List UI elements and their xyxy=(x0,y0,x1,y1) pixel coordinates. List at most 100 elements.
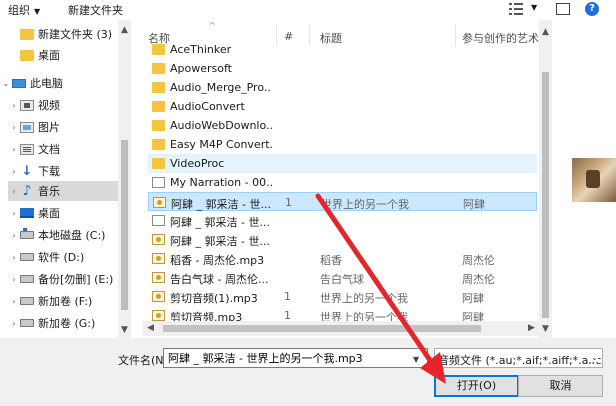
nav-item-label: 备份[勿删] (E:) xyxy=(38,273,114,286)
row-artist: 周杰伦 xyxy=(462,273,495,286)
nav-item-documents[interactable]: › 文档 xyxy=(8,139,126,159)
folder-icon xyxy=(152,158,165,169)
nav-scrollbar-thumb[interactable] xyxy=(121,140,128,310)
table-row[interactable]: 剪切音频(1).mp3 1 世界上的另一个我 阿肆 xyxy=(148,287,537,306)
nav-item-drive-f[interactable]: › 新加卷 (F:) xyxy=(8,291,126,311)
chevron-right-icon[interactable]: › xyxy=(8,145,20,154)
chevron-right-icon[interactable]: › xyxy=(8,275,20,284)
scroll-up-icon[interactable]: ▲ xyxy=(539,26,552,39)
row-name: 剪切音频(1).mp3 xyxy=(170,292,258,305)
preview-pane-icon[interactable] xyxy=(556,3,570,15)
dialog-footer: 文件名(N): ▼ 音频文件 (*.au;*.aif;*.aiff;*.aifc… xyxy=(0,338,616,406)
file-icon xyxy=(152,177,165,188)
table-row[interactable]: 告白气球 - 周杰伦... 告白气球 周杰伦 xyxy=(148,268,537,287)
nav-item-drive-e[interactable]: › 备份[勿删] (E:) xyxy=(8,269,126,289)
audio-file-icon xyxy=(152,234,165,245)
file-name-input[interactable] xyxy=(163,348,428,368)
nav-item-this-pc[interactable]: ⌄ 此电脑 xyxy=(0,73,118,93)
chevron-right-icon[interactable]: › xyxy=(8,123,20,132)
scroll-down-icon[interactable]: ▼ xyxy=(118,324,131,337)
table-row[interactable]: Easy M4P Convert... xyxy=(148,135,537,154)
chevron-right-icon[interactable]: › xyxy=(8,209,20,218)
table-row[interactable]: 阿肆 _ 郭采洁 - 世... xyxy=(148,230,537,249)
nav-scrollbar[interactable]: ▲ ▼ xyxy=(118,20,131,338)
list-scrollbar[interactable]: ▲ ▼ xyxy=(539,20,552,338)
row-name: Audio_Merge_Pro... xyxy=(170,81,272,94)
chevron-right-icon[interactable]: › xyxy=(8,319,20,328)
chevron-down-icon[interactable]: ⌄ xyxy=(0,79,12,88)
nav-item-label: 软件 (D:) xyxy=(38,251,85,264)
table-row[interactable]: VideoProc xyxy=(148,154,537,173)
organize-menu-button[interactable]: 组织 ▼ xyxy=(8,2,40,18)
cancel-button[interactable]: 取消 xyxy=(518,375,603,397)
row-name: AudioConvert xyxy=(170,100,245,113)
list-horizontal-scrollbar[interactable]: ◀ ▶ xyxy=(143,321,539,336)
nav-item-label: 此电脑 xyxy=(30,77,63,90)
file-icon xyxy=(152,215,165,226)
audio-file-icon xyxy=(152,310,165,321)
chevron-right-icon[interactable]: › xyxy=(8,187,20,196)
file-type-value: 音频文件 (*.au;*.aif;*.aiff;*.aifc xyxy=(438,354,602,367)
chevron-right-icon[interactable]: › xyxy=(8,253,20,262)
chevron-right-icon[interactable]: › xyxy=(8,297,20,306)
drive-icon xyxy=(20,253,34,261)
file-type-select[interactable]: 音频文件 (*.au;*.aif;*.aiff;*.aifc ⌄ xyxy=(434,348,603,368)
chevron-right-icon[interactable]: › xyxy=(8,167,20,176)
table-row[interactable]: AceThinker xyxy=(148,40,537,59)
row-name: Easy M4P Convert... xyxy=(170,138,272,151)
view-chevron-down-icon[interactable]: ▼ xyxy=(531,3,537,12)
nav-item-videos[interactable]: › 视频 xyxy=(8,95,126,115)
row-title: 稻香 xyxy=(320,254,342,267)
list-scrollbar-thumb[interactable] xyxy=(542,72,549,318)
nav-item-label: 文档 xyxy=(38,143,60,156)
nav-item-desktop[interactable]: › 桌面 xyxy=(8,203,126,223)
row-title: 世界上的另一个我 xyxy=(320,292,408,305)
drive-icon xyxy=(20,319,34,327)
nav-item-downloads[interactable]: › ↓ 下载 xyxy=(8,161,126,181)
table-row[interactable]: Apowersoft xyxy=(148,59,537,78)
row-name: My Narration - 00... xyxy=(170,176,272,189)
nav-item-desktop-folder[interactable]: 桌面 xyxy=(8,45,126,65)
scroll-right-icon[interactable]: ▶ xyxy=(524,321,539,336)
table-row[interactable]: 稻香 - 周杰伦.mp3 稻香 周杰伦 xyxy=(148,249,537,268)
view-options-icon[interactable] xyxy=(509,3,523,15)
folder-icon xyxy=(20,49,34,61)
toolbar: 组织 ▼ 新建文件夹 ▼ ? xyxy=(0,0,616,20)
row-name: 阿肆 _ 郭采洁 - 世... xyxy=(170,216,270,229)
scroll-up-icon[interactable]: ▲ xyxy=(118,24,131,37)
chevron-right-icon[interactable]: › xyxy=(8,101,20,110)
table-row[interactable]: My Narration - 00... xyxy=(148,173,537,192)
table-row[interactable]: 剪切音频.mp3 1 世界上的另一个我 阿肆 xyxy=(148,306,537,321)
music-icon: ♪ xyxy=(22,182,32,199)
nav-item-drive-c[interactable]: › 本地磁盘 (C:) xyxy=(8,225,126,245)
new-folder-button[interactable]: 新建文件夹 xyxy=(68,2,123,18)
image-icon xyxy=(20,121,34,133)
chevron-down-icon: ▼ xyxy=(34,7,41,16)
open-button[interactable]: 打开(O) xyxy=(434,375,519,397)
row-name: VideoProc xyxy=(170,157,225,170)
nav-item-pictures[interactable]: › 图片 xyxy=(8,117,126,137)
folder-icon xyxy=(20,28,34,40)
organize-label: 组织 xyxy=(8,4,30,17)
row-title: 告白气球 xyxy=(320,273,364,286)
horizontal-scrollbar-thumb[interactable] xyxy=(163,325,481,332)
nav-item-drive-d[interactable]: › 软件 (D:) xyxy=(8,247,126,267)
drive-icon xyxy=(20,297,34,305)
nav-item-drive-g[interactable]: › 新加卷 (G:) xyxy=(8,313,126,333)
table-row[interactable]: AudioWebDownlo... xyxy=(148,116,537,135)
table-row[interactable]: 阿肆 _ 郭采洁 - 世... xyxy=(148,211,537,230)
table-row[interactable]: 阿肆 _ 郭采洁 - 世... 1 世界上的另一个我 阿肆 xyxy=(148,192,537,211)
chevron-right-icon[interactable]: › xyxy=(8,231,20,240)
table-row[interactable]: AudioConvert xyxy=(148,97,537,116)
document-icon xyxy=(20,143,34,155)
help-icon[interactable]: ? xyxy=(585,2,599,16)
nav-item-new-folder-3[interactable]: 新建文件夹 (3) xyxy=(8,24,126,44)
scroll-left-icon[interactable]: ◀ xyxy=(143,321,158,336)
table-row[interactable]: Audio_Merge_Pro... xyxy=(148,78,537,97)
desktop-icon xyxy=(20,208,34,218)
folder-icon xyxy=(152,82,165,93)
file-name-history-chevron-icon[interactable]: ▼ xyxy=(413,355,419,364)
nav-item-music[interactable]: › ♪ 音乐 xyxy=(8,181,126,201)
scroll-down-icon[interactable]: ▼ xyxy=(539,323,552,336)
row-number: 1 xyxy=(284,290,291,303)
